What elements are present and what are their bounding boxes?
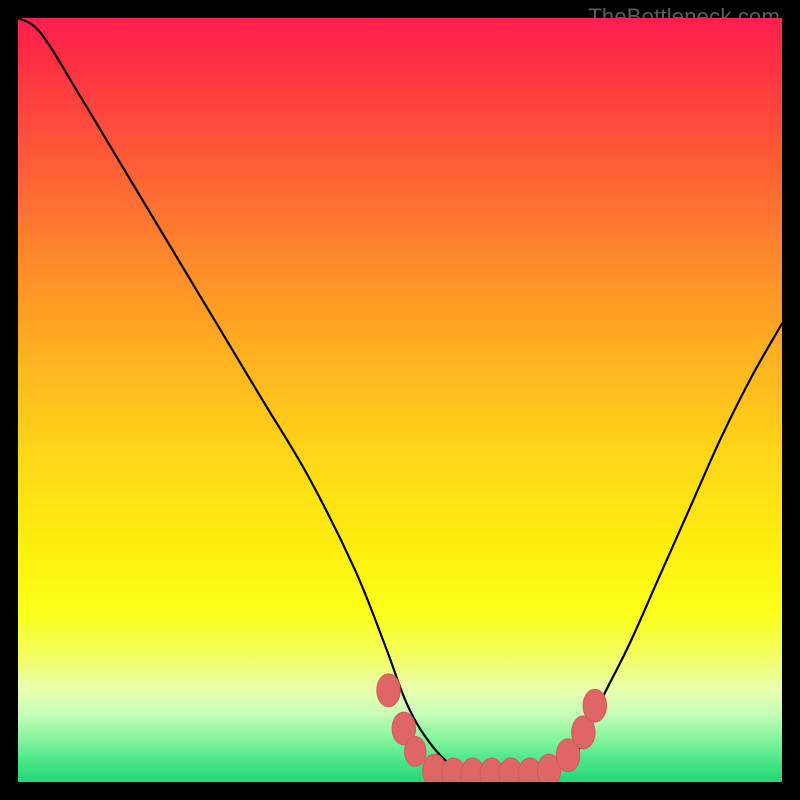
plot-area bbox=[18, 18, 782, 782]
chart-container: TheBottleneck.com bbox=[0, 0, 800, 800]
marker-group bbox=[377, 674, 607, 782]
curve-marker bbox=[583, 689, 606, 722]
curve-layer bbox=[18, 18, 782, 782]
bottleneck-curve bbox=[18, 18, 782, 775]
curve-marker bbox=[405, 736, 426, 766]
curve-marker bbox=[377, 674, 400, 707]
